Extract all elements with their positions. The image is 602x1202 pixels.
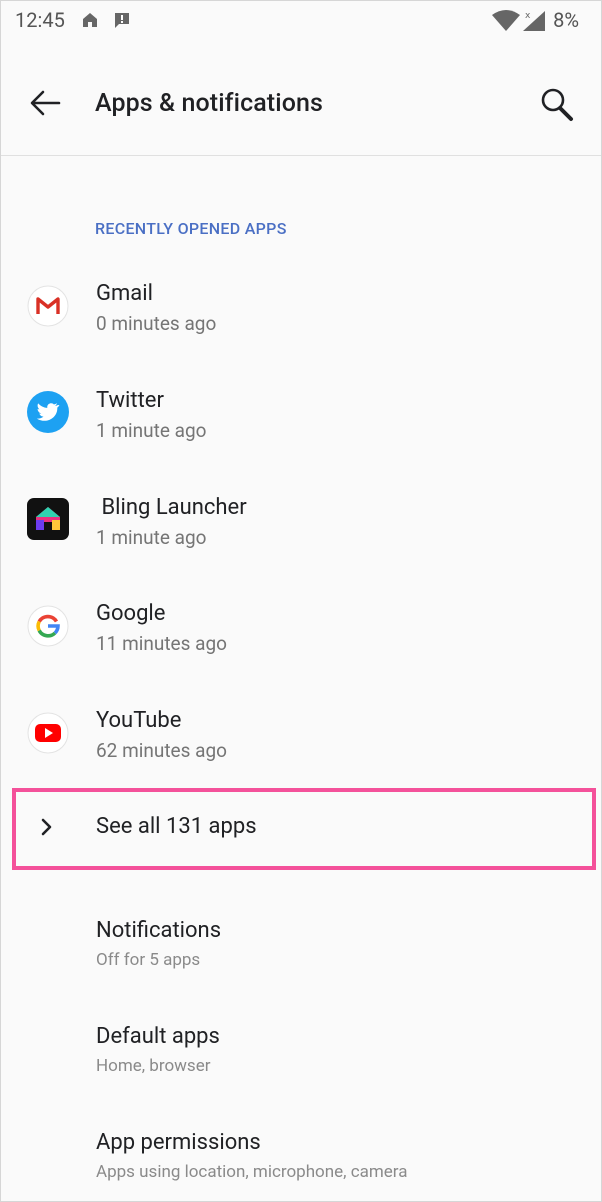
status-time: 12:45 [15, 8, 65, 32]
google-icon [27, 605, 69, 647]
app-last-opened: 1 minute ago [96, 526, 207, 549]
app-last-opened: 11 minutes ago [96, 632, 227, 655]
notifications-setting[interactable]: Notifications Off for 5 apps [1, 918, 601, 1008]
recent-app-row-gmail[interactable]: Gmail 0 minutes ago [1, 279, 601, 369]
app-last-opened: 0 minutes ago [96, 312, 217, 335]
setting-title: Default apps [96, 1024, 220, 1049]
see-all-apps-label: See all 131 apps [96, 814, 257, 839]
setting-title: App permissions [96, 1130, 261, 1155]
setting-subtitle: Apps using location, microphone, camera [96, 1162, 408, 1182]
app-name: Google [96, 601, 166, 626]
app-name: Twitter [96, 388, 164, 413]
setting-subtitle: Home, browser [96, 1056, 211, 1076]
recent-app-row-youtube[interactable]: YouTube 62 minutes ago [1, 706, 601, 796]
battery-level: 8% [553, 8, 579, 32]
setting-title: Notifications [96, 918, 222, 943]
status-bar: 12:45 x 8% [1, 1, 601, 41]
settings-screen: 12:45 x 8% Apps & notifications RECENTLY… [0, 0, 602, 1202]
bling-launcher-icon [27, 498, 69, 540]
svg-text:x: x [525, 11, 531, 21]
alert-status-icon [115, 13, 129, 28]
youtube-icon [27, 712, 69, 754]
recent-apps-header: RECENTLY OPENED APPS [95, 219, 287, 238]
app-last-opened: 1 minute ago [96, 419, 207, 442]
see-all-apps-button[interactable]: See all 131 apps [1, 791, 601, 865]
setting-subtitle: Off for 5 apps [96, 950, 201, 970]
gmail-icon [27, 285, 69, 327]
chevron-right-icon [41, 818, 52, 836]
app-bar: Apps & notifications [1, 41, 601, 156]
recent-app-row-google[interactable]: Google 11 minutes ago [1, 599, 601, 689]
default-apps-setting[interactable]: Default apps Home, browser [1, 1024, 601, 1114]
app-name: YouTube [96, 708, 182, 733]
twitter-icon [27, 391, 69, 433]
home-status-icon [83, 13, 97, 27]
back-arrow-icon[interactable] [25, 83, 65, 123]
app-last-opened: 62 minutes ago [96, 739, 227, 762]
recent-app-row-twitter[interactable]: Twitter 1 minute ago [1, 386, 601, 476]
search-icon[interactable] [535, 83, 579, 127]
page-title: Apps & notifications [95, 89, 323, 118]
wifi-icon [492, 10, 520, 31]
app-name: Bling Launcher [96, 495, 247, 520]
app-name: Gmail [96, 281, 153, 306]
recent-app-row-bling-launcher[interactable]: Bling Launcher 1 minute ago [1, 493, 601, 583]
app-permissions-setting[interactable]: App permissions Apps using location, mic… [1, 1130, 601, 1201]
signal-icon: x [523, 11, 545, 31]
